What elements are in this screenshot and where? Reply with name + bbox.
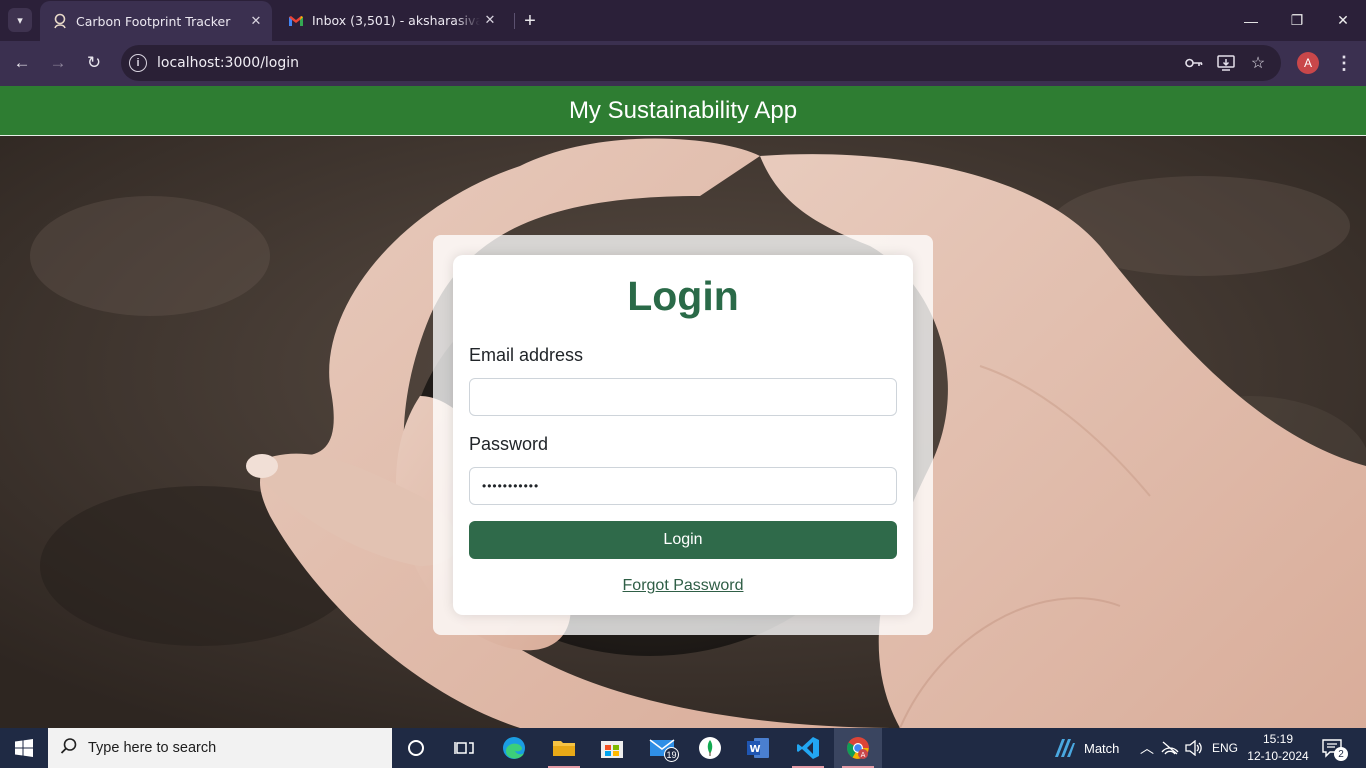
arrow-right-icon: → bbox=[49, 53, 67, 72]
restore-button[interactable]: ❐ bbox=[1274, 0, 1320, 41]
profile-avatar[interactable]: A bbox=[1297, 52, 1319, 74]
windows-taskbar: Type here to search 19 W A Match ︿ ENG 1… bbox=[0, 728, 1366, 768]
vscode-app[interactable] bbox=[784, 728, 832, 768]
weather-widget[interactable]: Match bbox=[1052, 728, 1119, 768]
forward-button[interactable]: → bbox=[44, 49, 72, 77]
start-button[interactable] bbox=[0, 728, 48, 768]
page-viewport: My Sustainability App Login Email addres… bbox=[0, 86, 1366, 728]
mail-app[interactable]: 19 bbox=[638, 728, 686, 768]
cortana-button[interactable] bbox=[392, 728, 440, 768]
network-off-icon bbox=[1161, 741, 1179, 755]
back-button[interactable]: ← bbox=[8, 49, 36, 77]
volume-control[interactable] bbox=[1185, 728, 1203, 768]
mail-badge: 19 bbox=[664, 747, 679, 762]
login-card-backdrop: Login Email address Password •••••••••••… bbox=[433, 235, 933, 635]
cricket-icon bbox=[1055, 739, 1075, 757]
restore-icon: ❐ bbox=[1290, 12, 1304, 28]
store-icon bbox=[601, 741, 623, 758]
cortana-circle-icon bbox=[408, 740, 424, 756]
minimize-icon: — bbox=[1244, 12, 1258, 29]
arrow-left-icon: ← bbox=[13, 53, 31, 72]
new-tab-button[interactable]: + bbox=[518, 9, 542, 33]
browser-toolbar: ← → ↻ i localhost:3000/login ☆ A ⋮ bbox=[0, 41, 1366, 86]
login-card: Login Email address Password •••••••••••… bbox=[453, 255, 913, 615]
app-title: My Sustainability App bbox=[568, 96, 798, 124]
notification-count: 2 bbox=[1334, 747, 1348, 761]
key-icon[interactable] bbox=[1184, 54, 1204, 72]
close-tab-icon[interactable]: ✕ bbox=[480, 11, 500, 31]
email-field[interactable] bbox=[469, 378, 897, 416]
mongodb-leaf-icon bbox=[699, 737, 721, 759]
install-app-icon[interactable] bbox=[1216, 54, 1236, 72]
file-explorer-app[interactable] bbox=[540, 728, 588, 768]
gmail-icon bbox=[288, 13, 304, 29]
close-window-button[interactable]: ✕ bbox=[1320, 0, 1366, 41]
task-view-button[interactable] bbox=[440, 728, 488, 768]
svg-text:A: A bbox=[861, 751, 866, 759]
app-favicon-icon bbox=[52, 13, 68, 29]
edge-icon bbox=[503, 737, 525, 759]
app-header: My Sustainability App bbox=[0, 86, 1366, 136]
tab-gmail-inbox[interactable]: Inbox (3,501) - aksharasivan2002@gmail.c… bbox=[276, 0, 506, 41]
taskbar-search-box[interactable]: Type here to search bbox=[48, 728, 392, 768]
chrome-app[interactable]: A bbox=[834, 728, 882, 768]
tab-title: Carbon Footprint Tracker bbox=[76, 13, 231, 29]
forgot-password-link[interactable]: Forgot Password bbox=[453, 577, 913, 595]
site-info-icon[interactable]: i bbox=[129, 54, 147, 72]
folder-icon bbox=[553, 741, 575, 756]
action-center-button[interactable]: 2 bbox=[1322, 728, 1348, 768]
url-text: localhost:3000/login bbox=[157, 55, 300, 71]
mongodb-compass-app[interactable] bbox=[686, 728, 734, 768]
address-bar[interactable]: i localhost:3000/login ☆ bbox=[121, 45, 1281, 81]
task-view-icon bbox=[454, 742, 474, 754]
tab-search-button[interactable]: ▾ bbox=[8, 8, 32, 32]
minimize-button[interactable]: — bbox=[1228, 0, 1274, 41]
search-placeholder: Type here to search bbox=[88, 740, 217, 756]
tab-separator bbox=[514, 13, 515, 29]
bookmark-star-icon[interactable]: ☆ bbox=[1248, 54, 1268, 72]
system-clock[interactable]: 15:19 12-10-2024 bbox=[1243, 731, 1313, 765]
language-label: ENG bbox=[1212, 741, 1239, 755]
word-app[interactable]: W bbox=[734, 728, 782, 768]
password-field[interactable]: ••••••••••• bbox=[469, 467, 897, 505]
tab-title: Inbox (3,501) - aksharasivan2002@gmail.c… bbox=[312, 13, 480, 28]
email-label: Email address bbox=[469, 345, 584, 365]
word-icon: W bbox=[747, 738, 769, 758]
login-heading: Login bbox=[627, 273, 739, 319]
close-tab-icon[interactable]: ✕ bbox=[246, 11, 266, 31]
plus-icon: + bbox=[524, 9, 536, 32]
browser-tab-strip: ▾ Carbon Footprint Tracker ✕ Inbox (3,50… bbox=[0, 0, 1366, 41]
clock-time: 15:19 bbox=[1262, 732, 1294, 746]
edge-app[interactable] bbox=[490, 728, 538, 768]
password-label: Password bbox=[469, 434, 549, 454]
login-button[interactable]: Login bbox=[469, 521, 897, 559]
network-status[interactable] bbox=[1160, 728, 1180, 768]
speaker-icon bbox=[1185, 740, 1202, 756]
browser-menu-icon[interactable]: ⋮ bbox=[1333, 51, 1355, 75]
show-hidden-icons-button[interactable]: ︿ bbox=[1140, 728, 1154, 768]
chevron-down-icon: ▾ bbox=[17, 14, 23, 27]
svg-text:W: W bbox=[750, 744, 761, 755]
chevron-up-icon: ︿ bbox=[1140, 740, 1154, 756]
chrome-icon: A bbox=[847, 737, 869, 759]
tab-carbon-footprint-tracker[interactable]: Carbon Footprint Tracker ✕ bbox=[40, 1, 272, 41]
windows-logo-icon bbox=[15, 739, 33, 757]
language-indicator[interactable]: ENG bbox=[1212, 728, 1238, 768]
microsoft-store-app[interactable] bbox=[588, 728, 636, 768]
reload-button[interactable]: ↻ bbox=[80, 49, 108, 77]
vscode-icon bbox=[797, 737, 819, 759]
clock-date: 12-10-2024 bbox=[1247, 749, 1309, 763]
weather-label: Match bbox=[1084, 740, 1120, 756]
search-icon bbox=[60, 737, 80, 759]
close-icon: ✕ bbox=[1337, 12, 1349, 28]
reload-icon: ↻ bbox=[86, 53, 102, 72]
